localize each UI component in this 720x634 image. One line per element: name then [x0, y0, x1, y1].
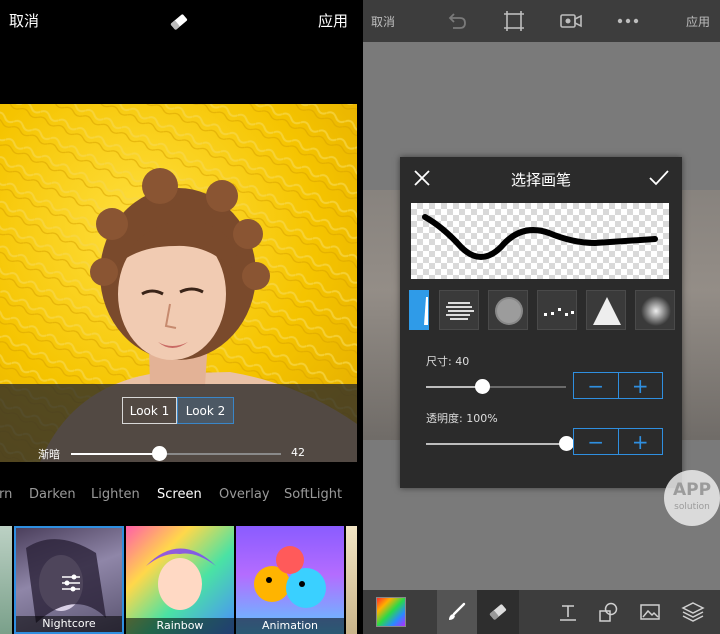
brush-shape [544, 308, 574, 316]
brush-scratch[interactable] [439, 290, 479, 330]
thumbnail-rainbow[interactable]: Rainbow [126, 526, 234, 634]
crop-frame-icon[interactable] [503, 10, 525, 32]
blend-mode-darken[interactable]: Darken [29, 487, 76, 502]
eraser-icon [489, 604, 507, 620]
brush-shape [641, 296, 671, 326]
opacity-label: 透明度: 100% [426, 412, 498, 425]
size-slider-fill [426, 386, 482, 388]
brush-partial-selected[interactable] [409, 290, 429, 330]
brush-icon [449, 602, 466, 620]
thumbnail-partial-right[interactable] [346, 526, 357, 634]
thumbnail-label: Animation [236, 618, 344, 634]
blend-mode-screen[interactable]: Screen [157, 487, 202, 502]
thumbnail-nightcore[interactable]: Nightcore [14, 526, 124, 634]
brush-spray[interactable] [488, 290, 528, 330]
look-2-button[interactable]: Look 2 [177, 397, 234, 424]
eraser-tool-button[interactable] [477, 590, 519, 634]
thumbnail-label: Rainbow [126, 618, 234, 634]
apply-button[interactable]: 应用 [686, 13, 710, 30]
background-photo-right [682, 190, 720, 440]
brush-stroke-preview [411, 203, 669, 279]
layers-icon [681, 602, 705, 622]
more-options-icon[interactable] [617, 18, 639, 24]
brush-type-list [409, 290, 675, 332]
cancel-button[interactable]: 取消 [371, 13, 395, 30]
brush-picker-dialog: 选择画笔 尺寸: 40 − + 透明度: 100% − + [400, 157, 682, 488]
background-photo-left [363, 190, 400, 440]
undo-icon[interactable] [445, 10, 467, 32]
size-stepper: − + [573, 372, 663, 399]
dialog-header: 选择画笔 [400, 157, 682, 200]
cancel-button[interactable]: 取消 [9, 10, 39, 31]
thumbnail-animation[interactable]: Animation [236, 526, 344, 634]
watermark-line-2: solution [674, 502, 710, 512]
thumbnail-label: Nightcore [16, 616, 122, 632]
look-1-button[interactable]: Look 1 [122, 397, 177, 424]
blend-mode-list: rn Darken Lighten Screen Overlay SoftLig… [0, 487, 357, 511]
brush-shape [424, 297, 428, 325]
filter-thumbnail-strip: Nightcore Rainbow Animation [0, 522, 357, 634]
fade-slider-fill [71, 453, 160, 455]
bottom-toolbar [363, 590, 720, 634]
opacity-slider-knob[interactable] [558, 436, 574, 451]
top-bar: 取消 应用 [363, 0, 720, 42]
fade-slider-knob[interactable] [151, 446, 167, 461]
brush-shape [495, 297, 523, 325]
size-decrease-button[interactable]: − [574, 373, 618, 398]
shape-tool-button[interactable] [593, 590, 623, 634]
fade-label: 渐暗 [38, 448, 60, 461]
shapes-icon [599, 602, 618, 622]
blend-mode-softlight[interactable]: SoftLight [284, 487, 342, 502]
apply-button[interactable]: 应用 [318, 10, 348, 31]
video-record-icon[interactable] [559, 10, 583, 32]
filter-editor-pane: 取消 应用 Look 1 Look 2 渐暗 42 rn Darken Ligh… [0, 0, 357, 634]
blend-mode-lighten[interactable]: Lighten [91, 487, 140, 502]
opacity-slider-fill [426, 443, 566, 445]
blend-mode-partial[interactable]: rn [0, 487, 12, 502]
opacity-stepper: − + [573, 428, 663, 455]
brush-soft[interactable] [635, 290, 675, 330]
adjust-sliders-icon[interactable] [60, 572, 82, 594]
dialog-title: 选择画笔 [510, 171, 571, 189]
image-icon [640, 604, 660, 620]
app-solution-watermark: APP solution [664, 470, 720, 526]
opacity-decrease-button[interactable]: − [574, 429, 618, 454]
opacity-increase-button[interactable]: + [617, 429, 663, 454]
size-increase-button[interactable]: + [617, 373, 663, 398]
text-icon [560, 605, 576, 621]
brush-shape [593, 297, 621, 325]
blend-mode-overlay[interactable]: Overlay [219, 487, 270, 502]
thumbnail-partial[interactable] [0, 526, 12, 634]
brush-editor-pane: 取消 应用 选择画笔 尺寸: 40 − + 透明度: 100% − + APP … [363, 0, 720, 634]
stroke-sample [422, 214, 658, 260]
top-bar: 取消 应用 [0, 0, 357, 42]
size-slider-knob[interactable] [474, 379, 490, 394]
watermark-line-1: APP [672, 480, 712, 500]
text-tool-button[interactable] [553, 590, 583, 634]
fade-value: 42 [291, 446, 305, 459]
brush-tool-button[interactable] [437, 590, 477, 634]
color-swatch [375, 597, 406, 627]
brush-triangle[interactable] [586, 290, 626, 330]
size-label: 尺寸: 40 [426, 355, 470, 368]
checkmark-icon[interactable] [648, 169, 670, 187]
image-tool-button[interactable] [635, 590, 665, 634]
eraser-icon[interactable] [168, 11, 190, 33]
layers-button[interactable] [677, 590, 709, 634]
color-picker-button[interactable] [363, 590, 418, 634]
brush-dotted[interactable] [537, 290, 577, 330]
brush-shape [446, 302, 474, 320]
